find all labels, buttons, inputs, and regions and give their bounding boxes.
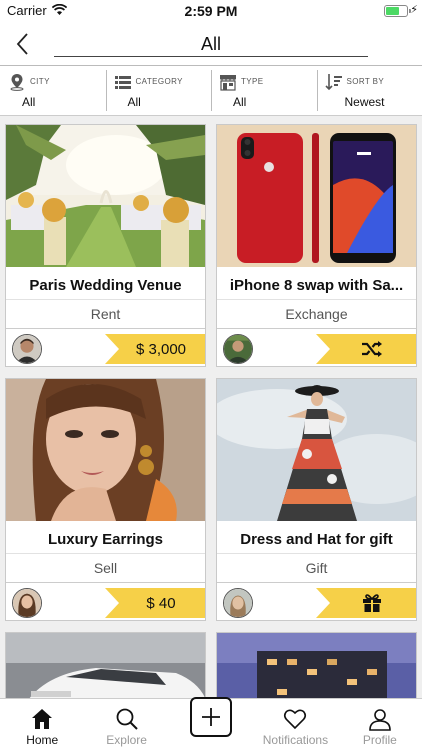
white-car-photo: [6, 633, 205, 701]
card-footer: [217, 328, 416, 366]
category-filter[interactable]: CATEGORY All: [105, 66, 212, 115]
gift-tag: [316, 588, 416, 618]
tab-label: Explore: [106, 733, 147, 747]
seller-avatar[interactable]: [223, 334, 253, 364]
exchange-tag: [316, 334, 416, 364]
gift-icon: [363, 594, 381, 612]
filter-bar: CITY All CATEGORY All TYPE All SORT BY N…: [0, 66, 422, 116]
tab-add-listing[interactable]: [169, 697, 253, 750]
listing-card[interactable]: [216, 632, 417, 702]
card-divider: [6, 299, 205, 300]
list-icon: [114, 76, 131, 89]
category-filter-label: CATEGORY: [135, 77, 183, 86]
price-label: $ 3,000: [135, 340, 187, 358]
sort-icon: [324, 74, 342, 91]
tab-profile[interactable]: Profile: [338, 699, 422, 750]
listing-title: iPhone 8 swap with Sa...: [229, 277, 404, 294]
listing-type: Gift: [305, 560, 328, 576]
battery-icon: [384, 5, 411, 17]
card-divider: [217, 299, 416, 300]
home-icon: [32, 709, 53, 729]
tab-label: Notifications: [262, 733, 329, 747]
sort-filter-label: SORT BY: [346, 77, 385, 86]
seller-avatar[interactable]: [223, 588, 253, 618]
listing-card[interactable]: Luxury Earrings Sell $ 40: [5, 378, 206, 621]
type-filter-value: All: [233, 95, 247, 109]
status-bar: Carrier 2:59 PM ⚡: [0, 0, 422, 22]
tab-explore[interactable]: Explore: [84, 699, 168, 750]
listing-card[interactable]: Paris Wedding Venue Rent $ 3,000: [5, 124, 206, 367]
page-title: All: [200, 34, 221, 54]
heart-icon: [284, 709, 307, 730]
red-iphone-photo: [217, 125, 416, 267]
title-underline: [54, 56, 368, 57]
charging-icon: ⚡: [410, 4, 418, 16]
card-divider: [6, 553, 205, 554]
store-icon: [220, 75, 236, 91]
apartment-building-photo: [217, 633, 416, 701]
listing-type: Rent: [90, 306, 121, 322]
listing-title: Dress and Hat for gift: [240, 531, 393, 548]
city-filter[interactable]: CITY All: [0, 66, 106, 115]
user-icon: [369, 709, 391, 731]
add-button[interactable]: [190, 697, 233, 737]
listing-title: Paris Wedding Venue: [29, 277, 182, 294]
listing-card[interactable]: Dress and Hat for gift Gift: [216, 378, 417, 621]
tab-bar: Home Explore Notifications Profile: [0, 697, 422, 750]
tab-home[interactable]: Home: [0, 699, 84, 750]
sort-filter[interactable]: SORT BY Newest: [316, 66, 422, 115]
tab-label: Home: [26, 733, 59, 747]
card-divider: [217, 553, 416, 554]
price-tag: $ 3,000: [105, 334, 205, 364]
earrings-model-photo: [6, 379, 205, 521]
card-footer: [217, 582, 416, 620]
type-filter-label: TYPE: [241, 77, 264, 86]
dress-hat-photo: [217, 379, 416, 521]
seller-avatar[interactable]: [12, 334, 42, 364]
card-footer: $ 40: [6, 582, 205, 620]
wedding-venue-photo: [6, 125, 205, 267]
price-tag: $ 40: [105, 588, 205, 618]
listing-type: Exchange: [285, 306, 348, 322]
card-footer: $ 3,000: [6, 328, 205, 366]
shuffle-icon: [362, 341, 382, 357]
nav-bar: All: [0, 22, 422, 66]
category-filter-value: All: [127, 95, 141, 109]
listing-card[interactable]: iPhone 8 swap with Sa... Exchange: [216, 124, 417, 367]
listing-card[interactable]: [5, 632, 206, 702]
city-filter-value: All: [22, 95, 36, 109]
search-icon: [116, 708, 138, 730]
location-pin-icon: [10, 74, 24, 91]
type-filter[interactable]: TYPE All: [211, 66, 317, 115]
sort-filter-value: Newest: [344, 95, 385, 109]
tab-label: Profile: [362, 733, 397, 747]
app-screen: Carrier 2:59 PM ⚡ All CITY All CATEGORY …: [0, 0, 422, 750]
add-icon: [202, 708, 221, 726]
seller-avatar[interactable]: [12, 588, 42, 618]
clock: 2:59 PM: [184, 3, 238, 19]
city-filter-label: CITY: [30, 77, 50, 86]
listing-type: Sell: [93, 560, 118, 576]
tab-notifications[interactable]: Notifications: [253, 699, 337, 750]
listing-title: Luxury Earrings: [47, 531, 164, 548]
price-label: $ 40: [146, 594, 176, 612]
